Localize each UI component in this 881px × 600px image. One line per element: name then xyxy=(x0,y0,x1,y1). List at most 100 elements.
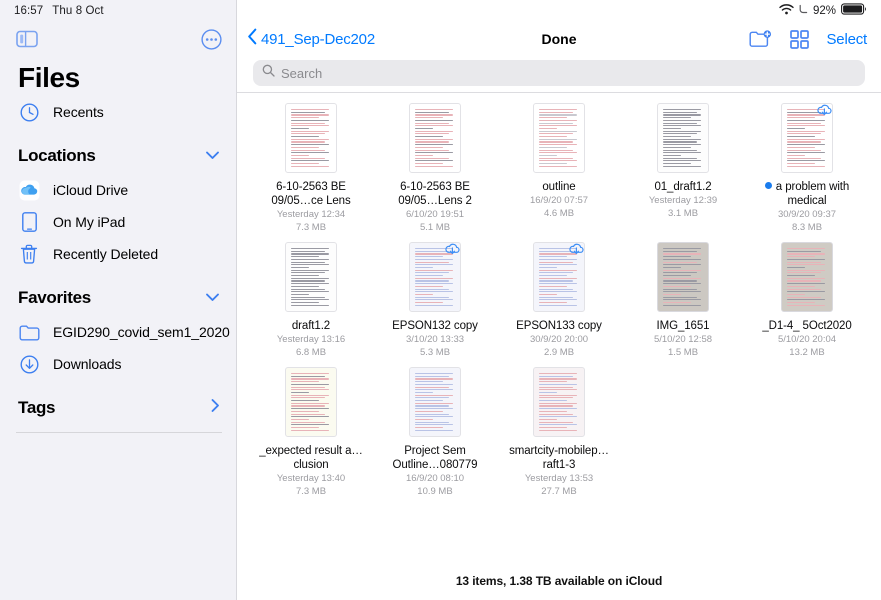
file-item[interactable]: 6-10-2563 BE 09/05…Lens 2 6/10/20 19:51 5.… xyxy=(373,103,497,234)
sidebar-toggle-icon[interactable] xyxy=(16,30,38,48)
file-item[interactable]: EPSON133 copy 30/9/20 20:00 2.9 MB xyxy=(497,242,621,359)
status-bar-right: 92% xyxy=(237,0,881,22)
file-name: smartcity-mobilep…raft1-3 xyxy=(509,445,609,471)
new-folder-icon[interactable] xyxy=(748,29,772,49)
file-size: 7.3 MB xyxy=(295,486,327,497)
sidebar-item-icloud-drive[interactable]: iCloud Drive xyxy=(0,174,236,206)
icloud-download-icon[interactable] xyxy=(817,104,832,122)
file-thumbnail[interactable] xyxy=(533,103,585,173)
file-name: _expected result a…clusion xyxy=(259,445,363,471)
chevron-down-icon[interactable] xyxy=(205,147,220,165)
clock-icon xyxy=(18,101,40,123)
file-thumbnail[interactable] xyxy=(533,367,585,437)
file-name: outline xyxy=(542,181,576,193)
file-date: 30/9/20 09:37 xyxy=(777,209,837,220)
search-icon xyxy=(262,64,275,82)
search-container: Search xyxy=(237,56,881,92)
file-item[interactable]: _D1-4_ 5Oct2020 5/10/20 20:04 13.2 MB xyxy=(745,242,869,359)
sidebar-section-tags[interactable]: Tags xyxy=(0,390,236,426)
file-item[interactable]: 6-10-2563 BE 09/05…ce Lens Yesterday 12:3… xyxy=(249,103,373,234)
file-item[interactable]: a problem with medical 30/9/20 09:37 8.3 M… xyxy=(745,103,869,234)
file-thumbnail[interactable] xyxy=(657,242,709,312)
select-button[interactable]: Select xyxy=(827,31,868,48)
chevron-down-icon[interactable] xyxy=(205,289,220,307)
file-item[interactable]: EPSON132 copy 3/10/20 13:33 5.3 MB xyxy=(373,242,497,359)
file-item[interactable]: _expected result a…clusion Yesterday 13:4… xyxy=(249,367,373,498)
back-button[interactable]: 491_Sep-Dec202 xyxy=(247,28,375,50)
file-date: 30/9/20 20:00 xyxy=(529,334,589,345)
file-thumbnail[interactable] xyxy=(409,367,461,437)
file-size: 4.6 MB xyxy=(543,208,575,219)
file-date: Yesterday 12:34 xyxy=(276,209,346,220)
file-item[interactable]: IMG_1651 5/10/20 12:58 1.5 MB xyxy=(621,242,745,359)
back-button-label: 491_Sep-Dec202 xyxy=(261,30,375,48)
sidebar-item-recents[interactable]: Recents xyxy=(0,96,236,128)
file-name: 01_draft1.2 xyxy=(654,181,712,193)
file-date: Yesterday 13:16 xyxy=(276,334,346,345)
file-date: 5/10/20 20:04 xyxy=(777,334,837,345)
trash-icon xyxy=(18,243,40,265)
icloud-download-icon[interactable] xyxy=(445,243,460,261)
file-size: 5.3 MB xyxy=(419,347,451,358)
grid-view-icon[interactable] xyxy=(789,29,809,49)
file-size: 10.9 MB xyxy=(417,486,453,497)
sidebar-section-favorites[interactable]: Favorites xyxy=(0,280,236,316)
file-item[interactable]: outline 16/9/20 07:57 4.6 MB xyxy=(497,103,621,234)
sidebar-item-favorite-folder[interactable]: EGID290_covid_sem1_2020 xyxy=(0,316,236,348)
files-app-window: 16:57 Thu 8 Oct Files Recents Locations … xyxy=(0,0,881,600)
folder-icon xyxy=(18,321,40,343)
file-size: 13.2 MB xyxy=(789,347,825,358)
sidebar-item-downloads[interactable]: Downloads xyxy=(0,348,236,380)
file-thumbnail[interactable] xyxy=(409,103,461,173)
sidebar-item-label: iCloud Drive xyxy=(53,182,129,198)
file-thumbnail[interactable] xyxy=(781,242,833,312)
section-title: Locations xyxy=(18,146,96,165)
sidebar-section-locations[interactable]: Locations xyxy=(0,138,236,174)
sidebar-divider xyxy=(16,432,222,433)
file-thumbnail[interactable] xyxy=(285,242,337,312)
file-name: _D1-4_ 5Oct2020 xyxy=(762,320,852,332)
file-name: Project Sem Outline…080779 xyxy=(392,445,478,471)
file-thumbnail[interactable] xyxy=(285,103,337,173)
file-size: 5.1 MB xyxy=(419,222,451,233)
sidebar-item-label: Downloads xyxy=(53,356,122,372)
file-name: 6-10-2563 BE 09/05…Lens 2 xyxy=(398,181,472,207)
file-thumbnail[interactable] xyxy=(533,242,585,312)
search-input[interactable]: Search xyxy=(253,60,865,86)
file-thumbnail[interactable] xyxy=(781,103,833,173)
sidebar-item-label: On My iPad xyxy=(53,214,126,230)
file-item[interactable]: draft1.2 Yesterday 13:16 6.8 MB xyxy=(249,242,373,359)
sidebar-item-label: Recently Deleted xyxy=(53,246,159,262)
file-date: 6/10/20 19:51 xyxy=(405,209,465,220)
icloud-icon xyxy=(18,179,40,201)
search-placeholder: Search xyxy=(281,65,323,81)
sidebar-item-on-my-ipad[interactable]: On My iPad xyxy=(0,206,236,238)
file-size: 8.3 MB xyxy=(791,222,823,233)
file-date: Yesterday 12:39 xyxy=(648,195,718,206)
download-circle-icon xyxy=(18,353,40,375)
icloud-download-icon[interactable] xyxy=(569,243,584,261)
status-time: 16:57 xyxy=(14,5,44,17)
chevron-right-icon[interactable] xyxy=(210,398,220,418)
page-title: Files xyxy=(18,62,80,93)
ellipsis-circle-icon[interactable] xyxy=(201,28,222,50)
file-thumbnail[interactable] xyxy=(657,103,709,173)
file-thumbnail[interactable] xyxy=(409,242,461,312)
sidebar: 16:57 Thu 8 Oct Files Recents Locations … xyxy=(0,0,237,600)
file-date: 3/10/20 13:33 xyxy=(405,334,465,345)
sidebar-item-label: EGID290_covid_sem1_2020 xyxy=(53,324,230,340)
battery-icon xyxy=(841,2,867,20)
file-item[interactable]: 01_draft1.2 Yesterday 12:39 3.1 MB xyxy=(621,103,745,234)
wifi-icon xyxy=(779,2,794,20)
file-size: 7.3 MB xyxy=(295,222,327,233)
file-size: 6.8 MB xyxy=(295,347,327,358)
section-title: Tags xyxy=(18,398,56,417)
file-item[interactable]: smartcity-mobilep…raft1-3 Yesterday 13:53… xyxy=(497,367,621,498)
file-name: 6-10-2563 BE 09/05…ce Lens xyxy=(271,181,351,207)
file-name: draft1.2 xyxy=(291,320,331,332)
file-name: a problem with medical xyxy=(752,180,862,208)
file-thumbnail[interactable] xyxy=(285,367,337,437)
file-item[interactable]: Project Sem Outline…080779 16/9/20 08:10 1… xyxy=(373,367,497,498)
file-name: EPSON133 copy xyxy=(516,320,602,332)
sidebar-item-recently-deleted[interactable]: Recently Deleted xyxy=(0,238,236,270)
